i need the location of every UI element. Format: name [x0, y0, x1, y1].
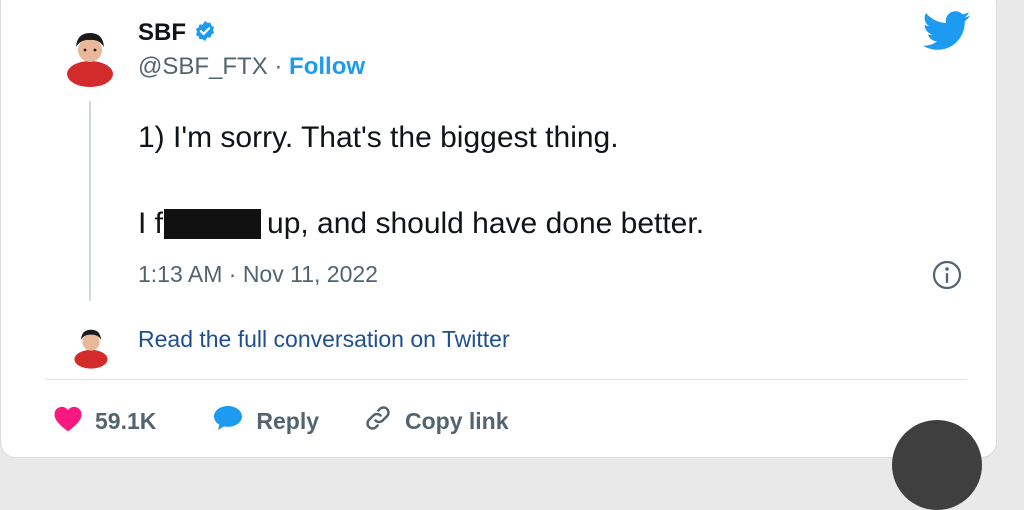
divider	[45, 379, 967, 380]
overlay-button[interactable]	[892, 420, 982, 510]
read-full-conversation-link[interactable]: Read the full conversation on Twitter	[138, 326, 510, 353]
twitter-bird-icon[interactable]	[922, 11, 971, 56]
tweet-text-line-2: I f up, and should have done better.	[138, 207, 704, 241]
copy-link-label: Copy link	[405, 407, 509, 434]
separator: ·	[267, 53, 290, 80]
redaction-bar	[164, 209, 262, 239]
tweet-card: SBF @SBF_FTX · Follow 1) I'm sorry. That…	[0, 0, 997, 458]
author-name[interactable]: SBF	[138, 19, 186, 47]
copy-link-action[interactable]: Copy link	[363, 403, 509, 439]
thread-line	[89, 101, 91, 301]
reply-bubble-icon	[212, 404, 244, 438]
action-bar: 59.1K Reply Copy link	[53, 403, 509, 439]
tweet-text-suffix: up, and should have done better.	[267, 207, 705, 240]
small-avatar[interactable]	[73, 325, 109, 374]
author-handle-row: @SBF_FTX · Follow	[138, 53, 365, 81]
author-handle[interactable]: @SBF_FTX	[138, 53, 268, 80]
info-icon[interactable]	[931, 259, 963, 296]
tweet-text-prefix: I f	[138, 207, 164, 240]
reply-action[interactable]: Reply	[212, 404, 319, 438]
like-count: 59.1K	[95, 407, 157, 434]
author-avatar[interactable]	[65, 27, 115, 92]
verified-badge-icon	[194, 20, 216, 47]
like-action[interactable]: 59.1K	[53, 405, 156, 438]
author-name-row: SBF	[138, 19, 216, 47]
tweet-timestamp[interactable]: 1:13 AM · Nov 11, 2022	[138, 261, 378, 288]
link-icon	[363, 403, 393, 439]
heart-icon	[53, 405, 83, 438]
follow-link[interactable]: Follow	[289, 53, 365, 80]
reply-label: Reply	[256, 407, 320, 434]
tweet-text-line-1: 1) I'm sorry. That's the biggest thing.	[138, 121, 619, 154]
